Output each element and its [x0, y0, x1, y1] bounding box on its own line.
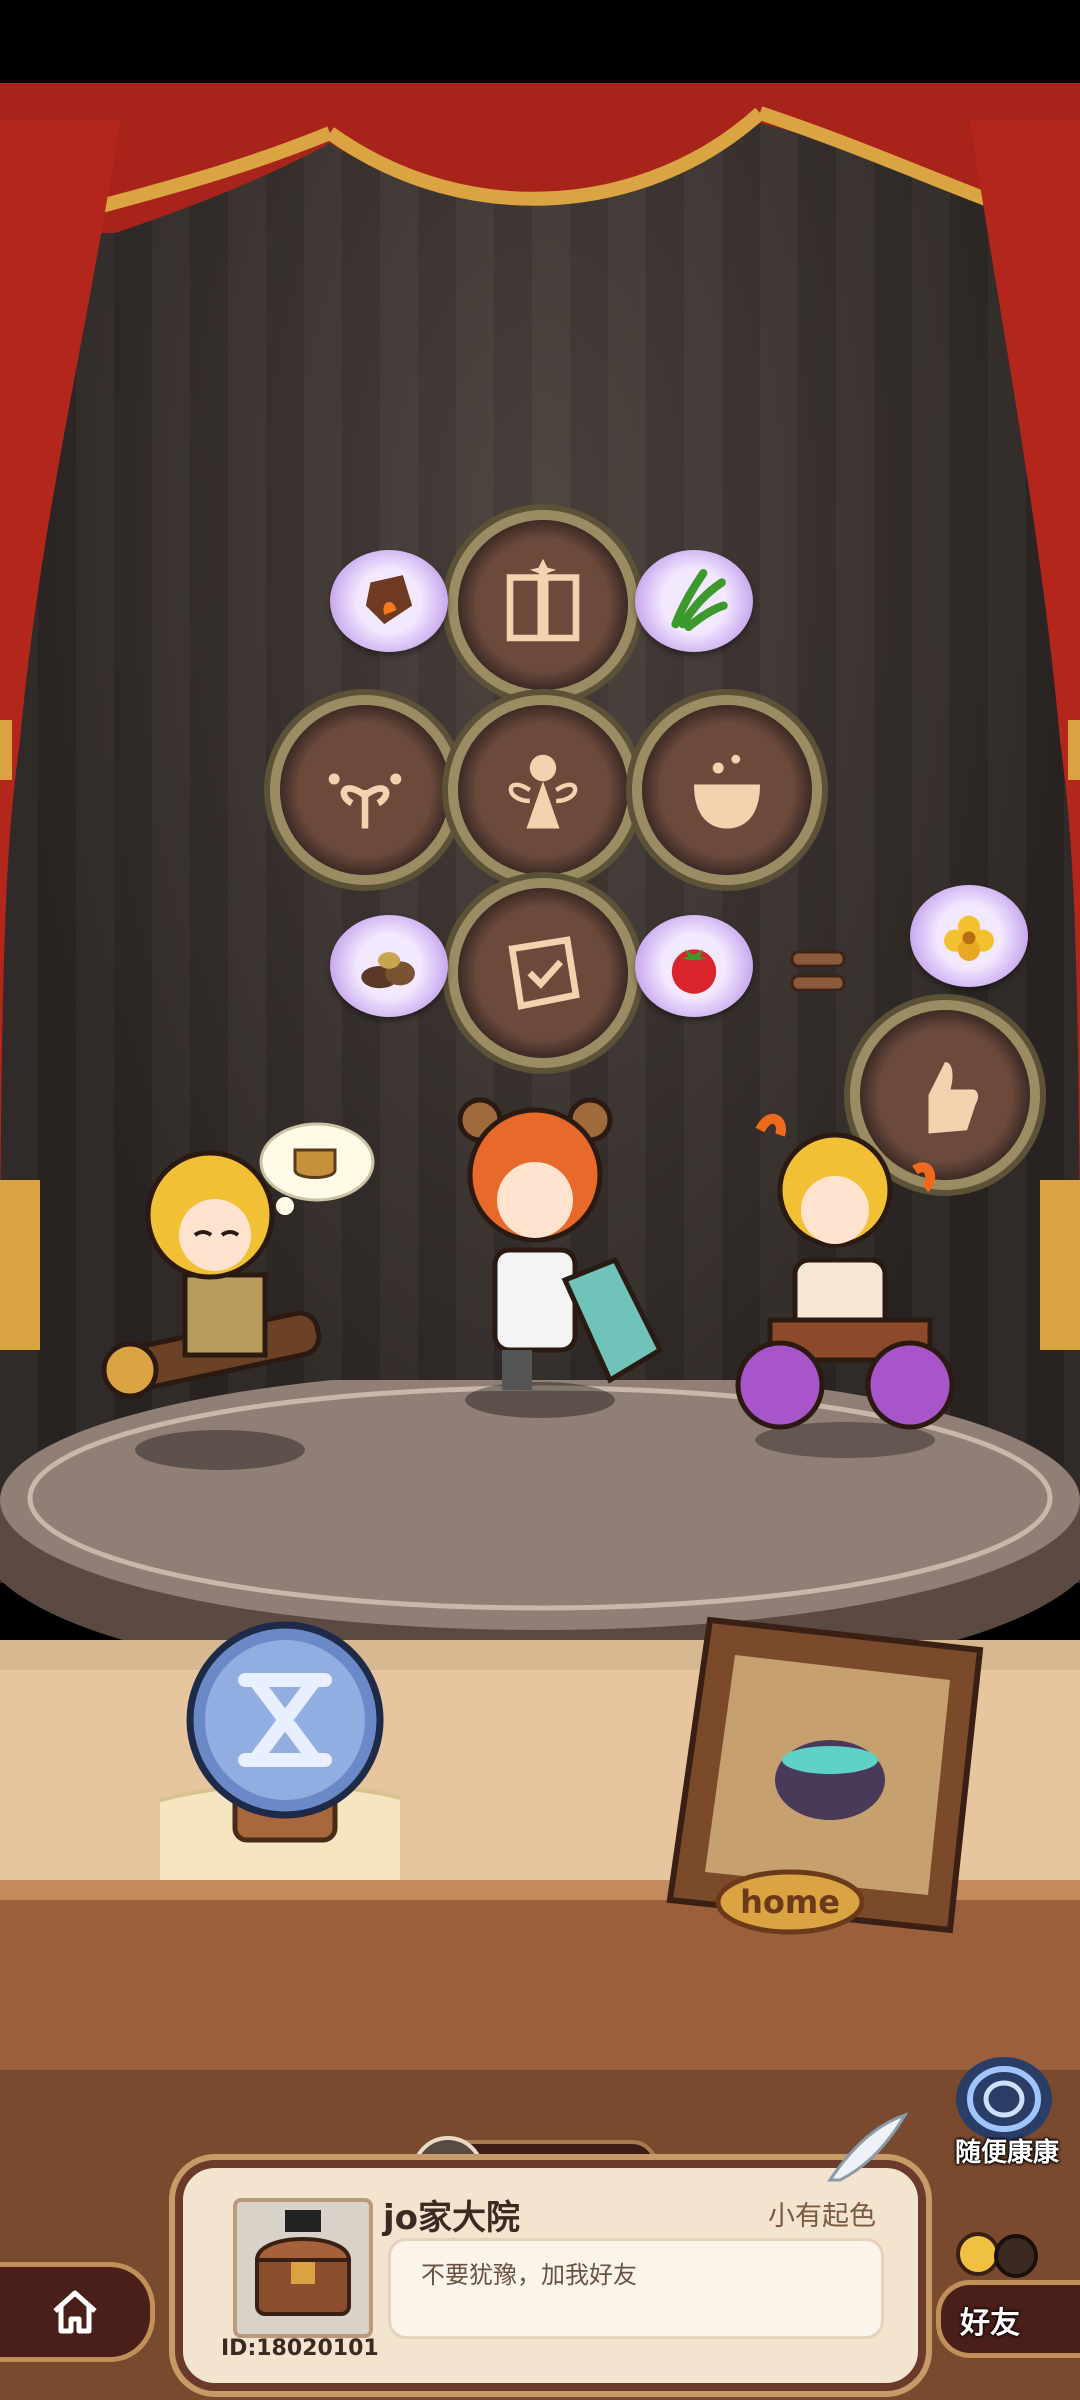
motto-text: 不要犹豫，加我好友 [421, 2261, 637, 2289]
equals-icon [790, 950, 846, 992]
stones-ingredient[interactable] [330, 915, 448, 1017]
red-haired-bear-ear-character[interactable] [440, 1080, 680, 1430]
cauldron-icon [694, 754, 760, 829]
curtain-valance [0, 83, 1080, 233]
quill-icon [827, 2112, 909, 2182]
home-button[interactable] [0, 2262, 155, 2362]
frame-label: home [740, 1883, 840, 1921]
tomato-icon [671, 949, 717, 994]
friends-icon [956, 2232, 1038, 2278]
leek-ingredient[interactable] [635, 550, 753, 652]
thought-bubble-cup-icon [259, 1122, 375, 1215]
random-visit-label[interactable]: 随便康康 [942, 2132, 1072, 2169]
player-id: ID:18020101 [221, 2336, 379, 2361]
flower-ingredient[interactable] [910, 885, 1028, 987]
ore-icon [365, 575, 413, 625]
tomato-ingredient[interactable] [635, 915, 753, 1017]
motto-box[interactable]: 不要犹豫，加我好友 [388, 2238, 884, 2339]
fairy-badge[interactable] [458, 705, 628, 875]
scroll-icon [508, 936, 580, 1010]
scroll-badge[interactable] [458, 888, 628, 1058]
flower-icon [944, 915, 994, 961]
treasure-chest-icon [254, 2210, 352, 2316]
friends-label[interactable]: 好友 [960, 2298, 1020, 2342]
player-name: jo家大院 [383, 2198, 521, 2238]
cauldron-badge[interactable] [642, 705, 812, 875]
avatar[interactable] [233, 2198, 373, 2338]
flame-haired-wheelchair-character[interactable] [730, 1110, 970, 1460]
sprout-badge[interactable] [280, 705, 450, 875]
profile-card: jo家大院 小有起色 不要犹豫，加我好友 ID:18020101 [175, 2160, 926, 2391]
hourglass-orb[interactable] [160, 1610, 400, 1880]
sprout-icon [328, 773, 402, 829]
home-picture-frame[interactable]: home [660, 1610, 1020, 1940]
house-icon [53, 2290, 97, 2334]
ore-ingredient[interactable] [330, 550, 448, 652]
random-visit-portal-button[interactable] [952, 2054, 1056, 2144]
book-badge[interactable] [458, 520, 628, 690]
stones-icon [361, 952, 415, 989]
fairy-icon [508, 754, 578, 829]
book-icon [506, 558, 580, 642]
leek-icon [671, 569, 728, 632]
rank-title: 小有起色 [768, 2201, 876, 2232]
